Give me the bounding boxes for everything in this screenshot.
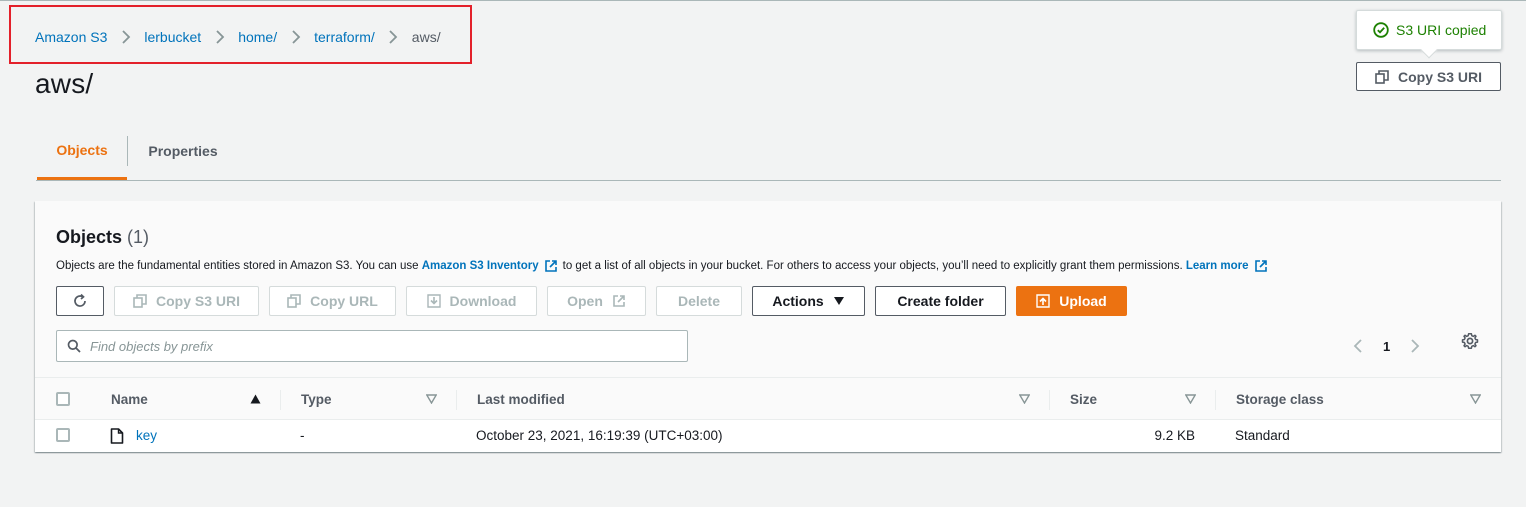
select-all-checkbox[interactable] [56,392,70,406]
open-button[interactable]: Open [547,286,646,316]
page-title: aws/ [35,68,94,99]
external-link-icon [613,295,625,307]
panel-title-text: Objects [56,227,123,247]
cell-storage-class: Standard [1235,428,1290,443]
copy-s3-uri-label: Copy S3 URI [1397,68,1482,85]
file-icon [110,427,124,444]
copied-popover: S3 URI copied [1356,10,1502,59]
sort-icon[interactable] [1185,394,1196,404]
caret-down-icon [833,297,844,305]
download-label: Download [449,293,517,309]
copy-s3-uri-button[interactable]: Copy S3 URI [114,286,259,316]
breadcrumb-item-terraform[interactable]: terraform/ [314,29,375,45]
delete-button[interactable]: Delete [656,286,742,316]
column-divider [456,390,457,410]
column-divider [1215,390,1216,410]
sort-icon[interactable] [426,394,437,404]
objects-panel: Objects (1) Objects are the fundamental … [35,201,1501,452]
panel-title: Objects (1) [56,227,149,248]
column-header-type[interactable]: Type [301,378,332,420]
column-divider [1049,390,1050,410]
cell-name: key [110,420,157,451]
chevron-right-icon [277,30,314,44]
refresh-icon [74,293,86,307]
column-divider [280,390,281,410]
copy-url-button[interactable]: Copy URL [269,286,396,316]
copy-url-label: Copy URL [310,293,378,309]
breadcrumb-item-amazon-s3[interactable]: Amazon S3 [35,29,107,45]
external-link-icon [1254,260,1267,272]
breadcrumb-item-bucket[interactable]: lerbucket [144,29,201,45]
chevron-right-icon [107,30,144,44]
cell-last-modified: October 23, 2021, 16:19:39 (UTC+03:00) [476,428,723,443]
copy-icon [1375,69,1389,84]
row-checkbox[interactable] [56,428,70,442]
delete-label: Delete [677,293,721,309]
page-number[interactable]: 1 [1383,339,1390,354]
column-header-last-modified[interactable]: Last modified [477,378,565,420]
sort-icon[interactable] [1019,394,1030,404]
upload-icon [1036,294,1050,308]
breadcrumb-item-current: aws/ [411,29,441,45]
copy-icon [133,294,147,308]
search-box [56,330,688,362]
learn-more-link[interactable]: Learn more [1186,260,1249,272]
chevron-left-icon[interactable] [1353,339,1363,353]
tab-objects[interactable]: Objects [37,122,127,180]
column-header-storage-class[interactable]: Storage class [1236,378,1324,420]
download-icon [426,294,441,308]
pagination: 1 [1353,330,1420,362]
header-copy-s3-uri-button[interactable]: Copy S3 URI [1356,62,1501,91]
tab-properties[interactable]: Properties [128,122,238,180]
object-count: (1) [127,227,150,247]
popover-arrow [1420,41,1438,59]
external-link-icon [544,260,557,272]
column-header-name[interactable]: Name [111,378,148,420]
breadcrumb: Amazon S3 lerbucket home/ terraform/ aws… [35,27,441,47]
refresh-button[interactable] [56,286,104,316]
table-row: key - October 23, 2021, 16:19:39 (UTC+03… [35,420,1501,451]
download-button[interactable]: Download [406,286,537,316]
actions-label: Actions [772,293,824,309]
inventory-link[interactable]: Amazon S3 Inventory [422,260,539,272]
toast-message: S3 URI copied [1396,22,1487,38]
copy-s3-uri-label: Copy S3 URI [155,293,240,309]
search-icon [67,339,81,353]
sort-ascending-icon[interactable] [250,394,261,404]
search-input[interactable] [90,338,670,354]
table-header: Name Type Last modified Size Storage cla… [35,377,1501,420]
description-prefix: Objects are the fundamental entities sto… [56,260,419,272]
panel-description: Objects are the fundamental entities sto… [56,259,1273,273]
cell-size: 9.2 KB [1154,428,1195,443]
breadcrumb-item-home[interactable]: home/ [238,29,277,45]
panel-header: Objects (1) Objects are the fundamental … [35,201,1501,377]
chevron-right-icon [375,30,412,44]
description-suffix: to get a list of all objects in your buc… [562,260,1183,272]
top-border [0,0,1526,1]
create-folder-label: Create folder [897,293,984,309]
chevron-right-icon[interactable] [1410,339,1420,353]
upload-label: Upload [1059,293,1107,309]
check-circle-icon [1373,22,1389,38]
create-folder-button[interactable]: Create folder [875,286,1006,316]
sort-icon[interactable] [1470,394,1481,404]
cell-type: - [300,428,305,443]
actions-dropdown[interactable]: Actions [752,286,865,316]
open-label: Open [567,293,603,309]
gear-icon[interactable] [1461,332,1479,350]
object-name-link[interactable]: key [136,428,157,443]
upload-button[interactable]: Upload [1016,286,1127,316]
column-header-size[interactable]: Size [1070,378,1097,420]
chevron-right-icon [201,30,238,44]
tab-bar: Objects Properties [36,122,1501,181]
copy-icon [287,294,301,308]
